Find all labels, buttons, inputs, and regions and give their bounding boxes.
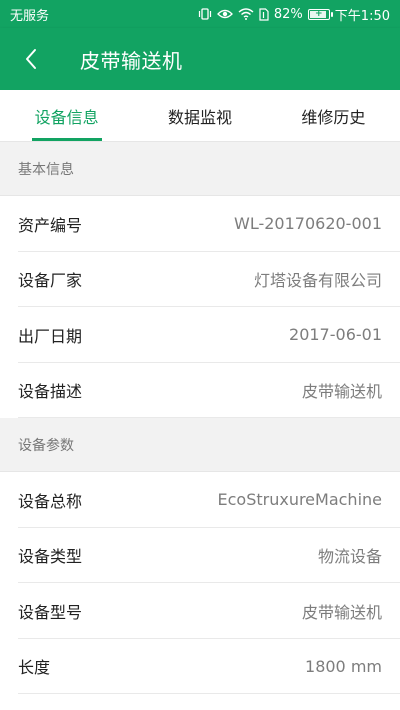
info-row-asset-number: 资产编号 WL-20170620-001 (0, 196, 400, 252)
row-label: 设备型号 (18, 602, 83, 622)
row-value: 灯塔设备有限公司 (253, 271, 382, 291)
status-bar: 无服务 82% + 下午1:50 (0, 0, 400, 28)
app-bar: 皮带输送机 (0, 28, 400, 90)
eye-icon (216, 8, 233, 20)
section-header-device-params: 设备参数 (0, 418, 400, 472)
row-value: WL-20170620-001 (234, 214, 382, 234)
status-icons: 82% + 下午1:50 (198, 5, 390, 24)
info-row-description: 设备描述 皮带输送机 (0, 362, 400, 418)
row-value: 皮带输送机 (301, 602, 382, 622)
chevron-left-icon (26, 49, 36, 69)
row-label: 资产编号 (18, 215, 83, 235)
row-label: 设备总称 (18, 491, 83, 511)
param-row-device-type: 设备类型 物流设备 (0, 527, 400, 583)
wifi-icon (238, 8, 254, 20)
param-row-device-model: 设备型号 皮带输送机 (0, 583, 400, 639)
param-row-length: 长度 1800 mm (0, 638, 400, 694)
row-label: 设备类型 (18, 547, 83, 567)
info-row-manufacturer: 设备厂家 灯塔设备有限公司 (0, 251, 400, 307)
tab-bar: 设备信息 数据监视 维修历史 (0, 90, 400, 142)
page-title: 皮带输送机 (80, 48, 183, 73)
tab-maintenance-history[interactable]: 维修历史 (267, 90, 400, 141)
vibrate-icon (198, 8, 212, 20)
row-label: 设备描述 (18, 382, 83, 402)
info-row-manufacture-date: 出厂日期 2017-06-01 (0, 307, 400, 363)
row-label: 长度 (18, 658, 51, 678)
basic-info-section: 基本信息 资产编号 WL-20170620-001 设备厂家 灯塔设备有限公司 … (0, 142, 400, 418)
app-screen: 无服务 82% + 下午1:50 皮带输送机 设备信息 数据监视 维修历史 基本… (0, 0, 400, 710)
param-row-general-name: 设备总称 EcoStruxureMachine (0, 472, 400, 528)
tab-device-info[interactable]: 设备信息 (0, 90, 133, 141)
device-params-section: 设备参数 设备总称 EcoStruxureMachine 设备类型 物流设备 设… (0, 418, 400, 694)
row-value: 皮带输送机 (301, 382, 382, 402)
section-header-basic-info: 基本信息 (0, 142, 400, 196)
back-button[interactable] (0, 28, 62, 90)
carrier-text: 无服务 (10, 8, 50, 24)
tab-data-monitor[interactable]: 数据监视 (133, 90, 266, 141)
row-label: 出厂日期 (18, 326, 83, 346)
row-value: 2017-06-01 (289, 325, 382, 345)
sim-icon (259, 7, 269, 21)
battery-percent: 82% (273, 6, 303, 22)
row-value: 物流设备 (317, 547, 382, 567)
row-value: 1800 mm (305, 656, 382, 676)
row-value: EcoStruxureMachine (217, 490, 383, 510)
clock-time: 下午1:50 (334, 8, 390, 24)
battery-icon: + (307, 8, 333, 20)
row-label: 设备厂家 (18, 271, 83, 291)
